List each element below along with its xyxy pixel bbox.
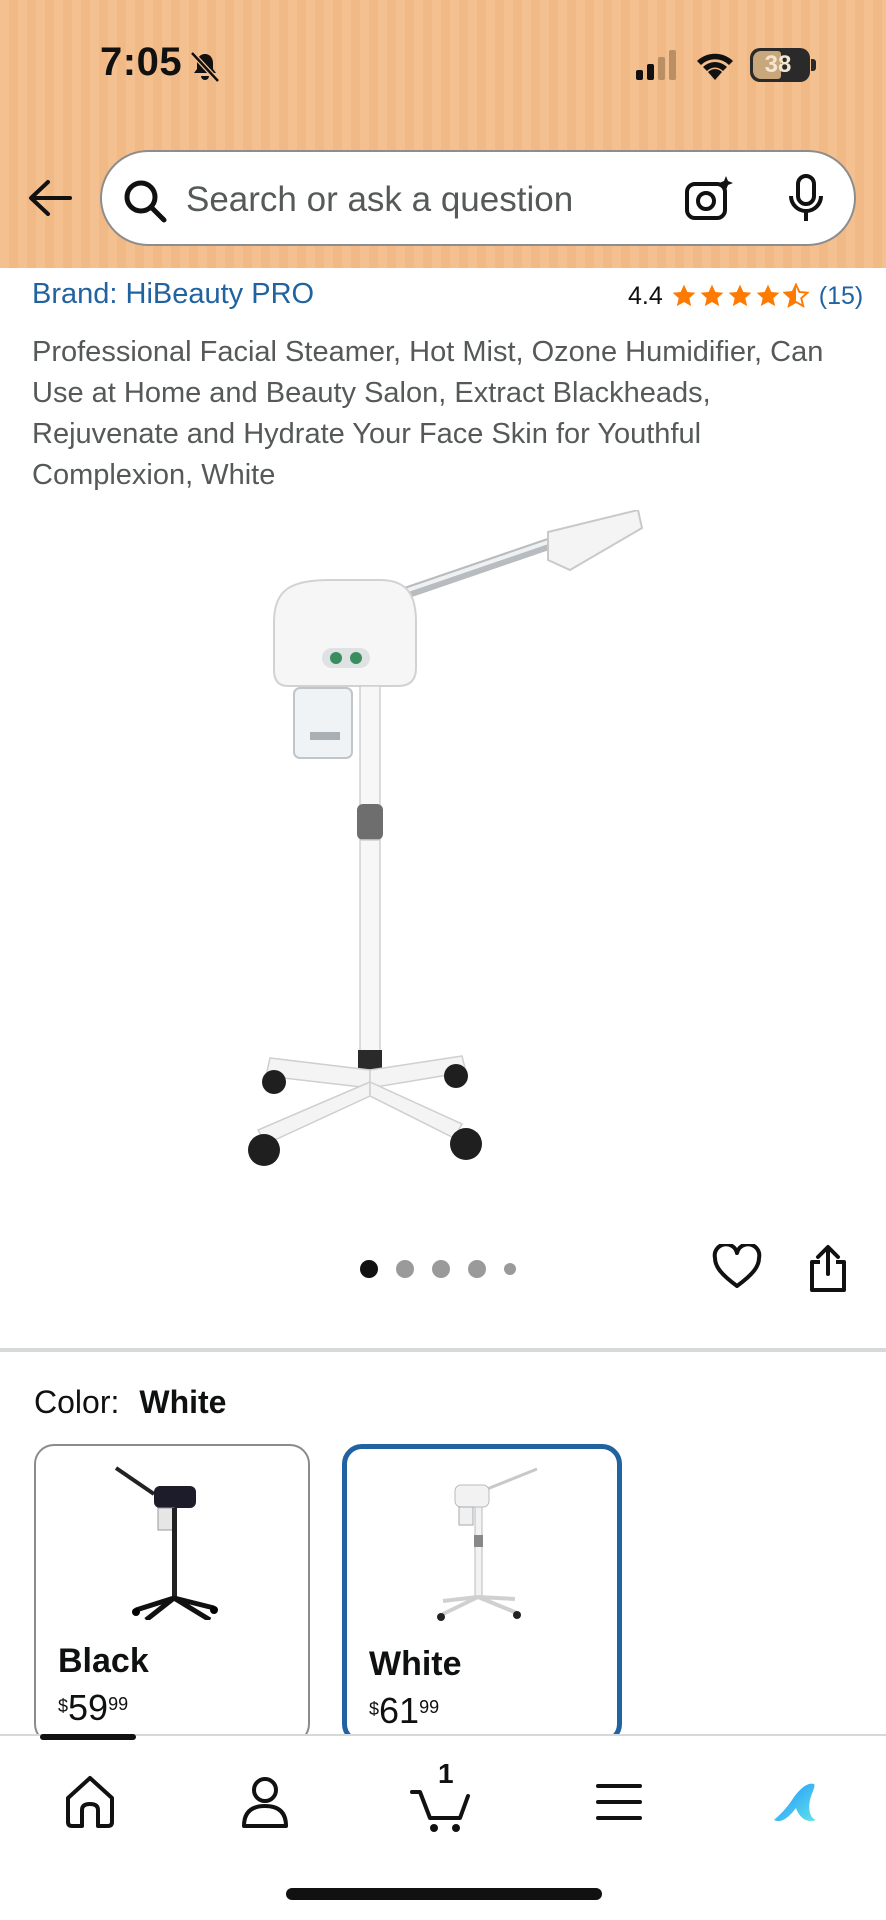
color-selection-label: Color: White	[34, 1384, 226, 1421]
battery-level: 38	[764, 51, 792, 78]
pagination-dot[interactable]	[360, 1260, 378, 1278]
selected-color: White	[139, 1384, 227, 1420]
pagination-dot[interactable]	[396, 1260, 414, 1278]
price-whole: 59	[68, 1687, 109, 1728]
star-icon	[700, 284, 724, 307]
search-input[interactable]: Search or ask a question	[186, 180, 573, 220]
star-rating	[671, 283, 811, 309]
price-fraction: 99	[419, 1697, 440, 1717]
nav-active-indicator	[40, 1734, 136, 1740]
search-icon	[124, 180, 167, 223]
color-option-name: Black	[58, 1642, 149, 1680]
price-fraction: 99	[108, 1694, 129, 1714]
account-icon[interactable]	[240, 1770, 290, 1834]
rufus-icon[interactable]	[770, 1770, 824, 1834]
product-title: Professional Facial Steamer, Hot Mist, O…	[32, 336, 824, 491]
color-label: Color:	[34, 1384, 120, 1420]
rating-value: 4.4	[628, 281, 663, 310]
star-icon	[672, 284, 696, 307]
color-option-price: $61 99	[369, 1693, 439, 1729]
brand-link[interactable]: Brand: HiBeauty PRO	[32, 278, 314, 311]
white-variant-image	[437, 1467, 538, 1621]
status-time: 7:05	[100, 40, 183, 84]
share-icon[interactable]	[806, 1244, 850, 1294]
star-icon	[756, 284, 780, 307]
color-option-price: $59 99	[58, 1690, 128, 1726]
menu-icon[interactable]	[596, 1770, 642, 1834]
rating-summary[interactable]: 4.4 (15)	[628, 278, 863, 314]
wifi-icon	[697, 53, 733, 80]
mic-icon[interactable]	[786, 174, 826, 224]
battery-icon: 38	[750, 48, 810, 82]
heart-icon[interactable]	[712, 1244, 762, 1290]
color-option-name: White	[369, 1645, 462, 1683]
home-indicator	[286, 1888, 602, 1900]
price-symbol: $	[369, 1699, 380, 1719]
image-pagination[interactable]	[360, 1260, 534, 1278]
price-symbol: $	[58, 1696, 69, 1716]
color-option-black[interactable]: Black $59 99	[34, 1444, 310, 1744]
star-half-icon	[782, 283, 809, 309]
pagination-dot[interactable]	[504, 1263, 516, 1275]
home-icon[interactable]	[62, 1770, 118, 1834]
pagination-dot[interactable]	[432, 1260, 450, 1278]
top-header: 7:05 38 Search or ask a question	[0, 0, 886, 268]
back-arrow-icon[interactable]	[26, 176, 74, 220]
battery-tip	[811, 59, 816, 71]
price-whole: 61	[379, 1690, 420, 1731]
signal-icon	[636, 50, 676, 80]
bell-slash-icon	[190, 51, 220, 83]
section-divider	[0, 1348, 886, 1352]
star-icon	[728, 284, 752, 307]
pagination-dot[interactable]	[468, 1260, 486, 1278]
cart-count: 1	[438, 1758, 454, 1789]
rating-count[interactable]: (15)	[819, 282, 863, 311]
color-option-white[interactable]: White $61 99	[342, 1444, 622, 1744]
camera-icon[interactable]	[684, 174, 734, 224]
search-bar[interactable]: Search or ask a question	[100, 150, 856, 246]
black-variant-image	[114, 1466, 218, 1620]
product-image[interactable]	[230, 510, 660, 1200]
